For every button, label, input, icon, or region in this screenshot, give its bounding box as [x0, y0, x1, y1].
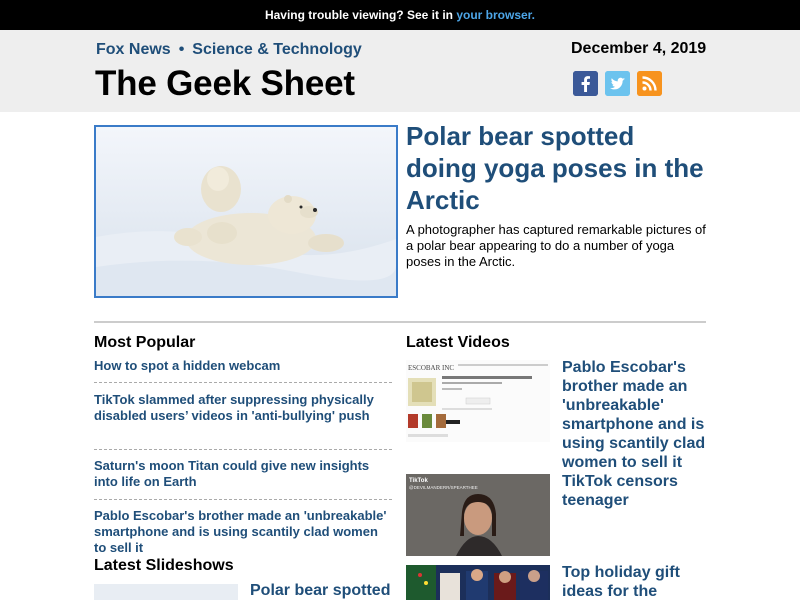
hero-description: A photographer has captured remarkable p… [406, 222, 706, 269]
view-in-browser-bar: Having trouble viewing? See it in your b… [0, 0, 800, 30]
view-in-browser-link[interactable]: your browser. [456, 8, 535, 22]
polar-bear-hero-image[interactable] [94, 125, 398, 298]
newsletter-header: Fox News • Science & Technology The Geek S… [0, 30, 800, 112]
facebook-icon[interactable] [573, 71, 598, 96]
tiktok-video-thumbnail[interactable]: TikTok @DEVILMANDERR/SPEARTHEE [406, 474, 550, 556]
item-separator [94, 499, 392, 500]
view-in-browser-text: Having trouble viewing? See it in [264, 8, 453, 22]
holiday-gifts-video-thumbnail[interactable] [406, 565, 550, 600]
escobar-thumb-label: ESCOBAR INC [408, 364, 454, 372]
popular-item[interactable]: Saturn's moon Titan could give new insig… [94, 458, 392, 490]
slideshow-thumbnail[interactable] [94, 584, 238, 600]
video-title[interactable]: Pablo Escobar's brother made an 'unbreak… [562, 358, 712, 472]
brand-line: Fox News • Science & Technology [96, 41, 362, 59]
brand-link[interactable]: Fox News [96, 41, 171, 58]
escobar-video-thumbnail[interactable]: ESCOBAR INC [406, 360, 550, 442]
latest-slideshows-heading: Latest Slideshows [94, 557, 234, 574]
popular-item[interactable]: How to spot a hidden webcam [94, 358, 392, 374]
video-title[interactable]: Top holiday gift ideas for the [562, 563, 712, 601]
item-separator [94, 382, 392, 383]
section-link[interactable]: Science & Technology [192, 41, 362, 58]
popular-item[interactable]: TikTok slammed after suppressing physica… [94, 392, 392, 424]
section-divider [94, 321, 706, 323]
rss-icon[interactable] [637, 71, 662, 96]
tiktok-thumb-handle: @DEVILMANDERR/SPEARTHEE [409, 485, 478, 490]
latest-videos-heading: Latest Videos [406, 334, 510, 351]
tiktok-thumb-label: TikTok [409, 478, 428, 484]
popular-item[interactable]: Pablo Escobar's brother made an 'unbreak… [94, 508, 392, 556]
bullet-separator: • [178, 41, 185, 58]
twitter-icon[interactable] [605, 71, 630, 96]
video-title[interactable]: TikTok censors teenager [562, 472, 712, 510]
newsletter-date: December 4, 2019 [571, 40, 707, 57]
hero-headline[interactable]: Polar bear spotted doing yoga poses in t… [406, 120, 706, 216]
item-separator [94, 449, 392, 450]
slideshow-title[interactable]: Polar bear spotted [250, 582, 390, 600]
newsletter-title: The Geek Sheet [95, 64, 355, 103]
most-popular-heading: Most Popular [94, 334, 196, 351]
